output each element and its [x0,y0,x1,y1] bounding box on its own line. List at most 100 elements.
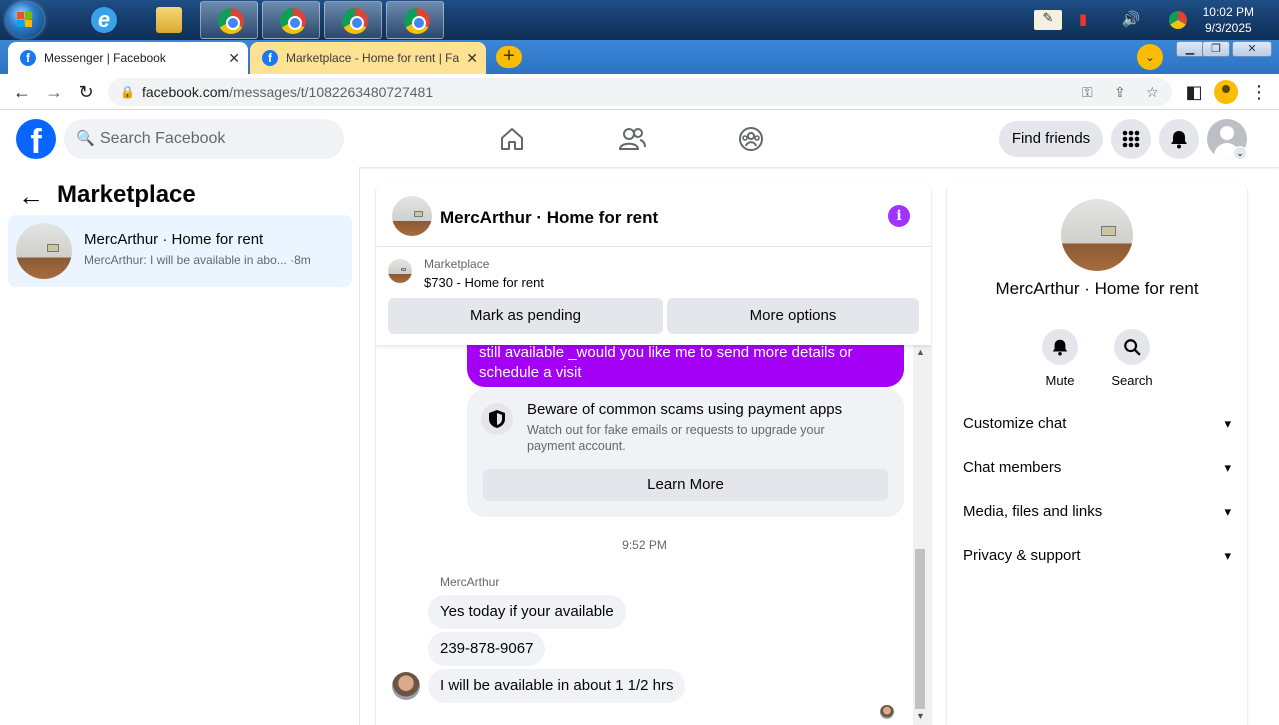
chrome-icon [280,8,306,34]
media-files-links-section[interactable]: Media, files and links ▾ [963,490,1231,534]
forward-arrow-icon[interactable]: → [42,80,66,104]
learn-more-button[interactable]: Learn More [483,469,888,501]
find-friends-button[interactable]: Find friends [999,121,1103,157]
maximize-button[interactable]: ❐ [1202,41,1230,57]
close-window-button[interactable]: ✕ [1232,41,1272,57]
message-timestamp: 9:52 PM [622,538,667,552]
sender-avatar[interactable] [392,672,420,700]
listing-price-title[interactable]: $730 - Home for rent [424,275,544,290]
facebook-favicon-icon: f [20,50,36,66]
mute-button[interactable]: Mute [1030,329,1090,388]
volume-icon[interactable]: 🔊 [1121,10,1141,30]
home-icon[interactable] [498,125,526,153]
start-button[interactable] [6,2,44,38]
key-icon[interactable]: ⚿ [1082,78,1093,106]
tab-close-icon[interactable]: ✕ [228,50,240,67]
pen-input-icon[interactable]: ✎ [1034,10,1062,30]
chevron-down-icon: ▾ [1224,548,1231,563]
address-bar[interactable]: 🔒 facebook.com/messages/t/10822634807274… [108,78,1172,106]
taskbar-chrome-3-button[interactable] [324,1,382,39]
privacy-support-section[interactable]: Privacy & support ▾ [963,534,1231,578]
chat-title[interactable]: MercArthur · Home for rent [440,208,658,228]
chevron-down-icon: ▾ [1224,504,1231,519]
section-label: Privacy & support [963,547,1081,564]
chevron-down-icon[interactable]: ⌄ [1233,146,1247,160]
power-icon[interactable]: ▮ [1073,10,1093,30]
scrollbar-thumb[interactable] [915,549,925,709]
shield-icon [481,403,513,435]
conversation-sidebar: ← Marketplace MercArthur · Home for rent… [0,167,360,725]
listing-banner: Marketplace $730 - Home for rent Mark as… [376,247,931,345]
section-label: Media, files and links [963,503,1103,520]
reload-icon[interactable]: ↻ [74,80,98,104]
tab-search-chevron-icon[interactable]: ⌄ [1137,44,1163,70]
friends-icon[interactable] [618,125,646,153]
profile-thumbnail[interactable] [1061,199,1133,271]
scroll-down-icon[interactable]: ▼ [916,711,925,721]
internet-explorer-icon: e [91,7,117,33]
scam-warning-card: Beware of common scams using payment app… [467,389,904,517]
taskbar-chrome-2-button[interactable] [262,1,320,39]
search-input[interactable]: 🔍 Search Facebook [64,119,344,159]
section-label: Chat members [963,459,1062,476]
tab-messenger[interactable]: f Messenger | Facebook ✕ [8,42,248,74]
mute-label: Mute [1045,373,1075,388]
share-icon[interactable]: ⇪ [1114,78,1126,106]
menu-grid-icon[interactable] [1111,119,1151,159]
chat-details-panel: MercArthur · Home for rent Mute Search C… [947,183,1247,725]
info-icon[interactable]: i [888,205,910,227]
listing-thumbnail[interactable] [388,259,412,283]
chat-avatar[interactable] [392,196,432,236]
conversation-item[interactable]: MercArthur · Home for rent MercArthur: I… [8,215,352,287]
more-options-button[interactable]: More options [667,298,919,334]
facebook-logo-icon[interactable]: f [16,119,56,159]
search-conversation-button[interactable]: Search [1102,329,1162,388]
taskbar-ie-button[interactable]: e [77,1,135,39]
sidebar-title: Marketplace [57,181,196,208]
minimize-button[interactable]: ▁ [1176,41,1204,57]
read-receipt-avatar [880,705,894,719]
menu-kebab-icon[interactable]: ⋮ [1247,80,1271,104]
taskbar-chrome-4-button[interactable] [386,1,444,39]
scroll-up-icon[interactable]: ▲ [916,347,925,357]
facebook-header: f 🔍 Search Facebook Find friends ⌄ [0,111,1279,167]
message-scrollbar[interactable]: ▲ ▼ [913,345,931,725]
sender-name: MercArthur [440,575,500,589]
tab-label: Messenger | Facebook [44,51,166,65]
facebook-favicon-icon: f [262,50,278,66]
conversation-name: MercArthur · Home for rent [84,231,264,248]
tab-close-icon[interactable]: ✕ [466,50,478,67]
folder-icon [156,7,182,33]
tab-marketplace[interactable]: f Marketplace - Home for rent | Fa ✕ [250,42,486,74]
scam-warning-body: Watch out for fake emails or requests to… [527,423,825,453]
incoming-message[interactable]: Yes today if your available [428,595,626,629]
chat-header: MercArthur · Home for rent i [376,183,931,247]
customize-chat-section[interactable]: Customize chat ▾ [963,402,1231,446]
listing-source: Marketplace [424,257,490,271]
back-arrow-icon[interactable]: ← [10,80,34,104]
search-label: Search [1111,373,1153,388]
notifications-bell-icon[interactable] [1159,119,1199,159]
bookmark-star-icon[interactable]: ☆ [1146,78,1159,106]
listing-thumbnail [16,223,72,279]
back-arrow-icon[interactable]: ← [18,181,44,212]
chat-members-section[interactable]: Chat members ▾ [963,446,1231,490]
taskbar-explorer-button[interactable] [139,1,197,39]
bell-icon [1042,329,1078,365]
mark-as-pending-button[interactable]: Mark as pending [388,298,663,334]
incoming-message[interactable]: I will be available in about 1 1/2 hrs [428,669,686,703]
url-host: facebook.com [142,84,230,100]
chrome-tray-icon[interactable] [1169,11,1187,29]
new-tab-button[interactable]: + [496,46,522,68]
incoming-message[interactable]: 239-878-9067 [428,632,546,666]
taskbar-chrome-1-button[interactable] [200,1,258,39]
side-panel-icon[interactable]: ◧ [1182,80,1206,104]
system-clock[interactable]: 10:02 PM 9/3/2025 [1203,4,1254,36]
groups-icon[interactable] [737,125,765,153]
chevron-down-icon: ▾ [1224,460,1231,475]
details-name: MercArthur · Home for rent [995,279,1199,298]
chrome-icon [404,8,430,34]
profile-icon[interactable] [1214,80,1238,104]
conversation-last-message: MercArthur: I will be available in abo..… [84,253,287,267]
message-list: still available _would you like me to se… [376,337,931,725]
